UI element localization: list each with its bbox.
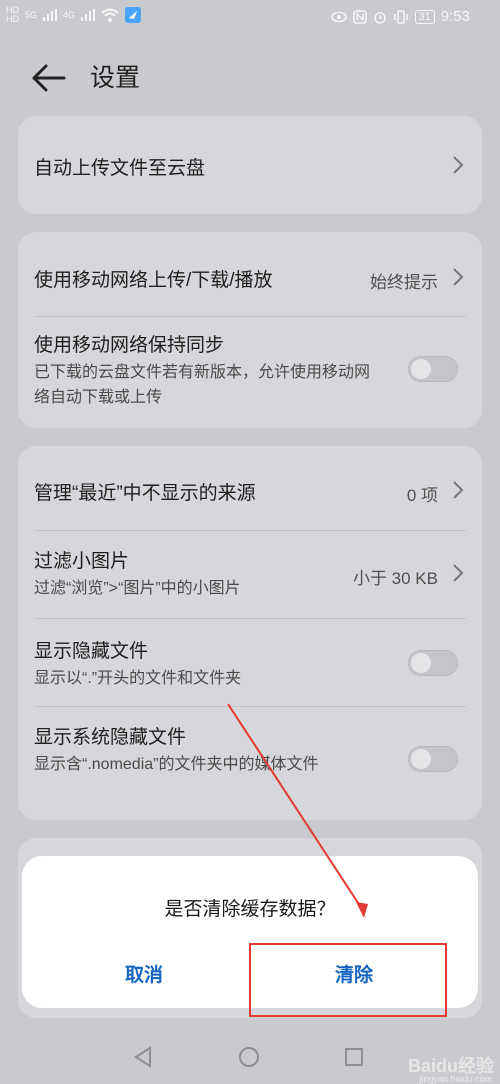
header: 设置 <box>0 48 500 108</box>
status-bar: HD HD 5G 4G 31 9:53 <box>0 0 500 38</box>
mobile-sync-toggle[interactable] <box>408 356 458 382</box>
status-time: 9:53 <box>440 8 470 25</box>
battery-indicator: 31 <box>414 9 435 24</box>
settings-card-display: 管理“最近”中不显示的来源 0 项 过滤小图片 过滤“浏览”>“图片”中的小图片… <box>18 446 482 820</box>
setting-mobile-sync-subtitle: 已下载的云盘文件若有新版本，允许使用移动网络自动下载或上传 <box>34 364 371 406</box>
setting-hidden-files-title: 显示隐藏文件 <box>34 641 149 662</box>
toggle-knob <box>411 749 431 769</box>
setting-filter-images[interactable]: 过滤小图片 过滤“浏览”>“图片”中的小图片 小于 30 KB <box>18 530 482 618</box>
setting-filter-images-subtitle: 过滤“浏览”>“图片”中的小图片 <box>34 580 241 597</box>
vibrate-icon <box>393 9 408 24</box>
nav-back-icon[interactable] <box>132 1046 154 1068</box>
setting-system-hidden-subtitle: 显示含“.nomedia”的文件夹中的媒体文件 <box>34 756 319 773</box>
back-arrow-icon[interactable] <box>30 62 70 94</box>
cancel-button[interactable]: 取消 <box>44 960 244 987</box>
network-5g: 5G <box>25 9 38 20</box>
eye-icon <box>330 11 347 22</box>
setting-system-hidden-title: 显示系统隐藏文件 <box>34 727 187 748</box>
signal-icon-2 <box>81 9 96 21</box>
setting-hidden-files: 显示隐藏文件 显示以“.”开头的文件和文件夹 <box>18 618 482 706</box>
toggle-knob <box>411 653 431 673</box>
chevron-right-icon <box>453 268 464 286</box>
setting-auto-upload-title: 自动上传文件至云盘 <box>34 158 206 179</box>
toggle-knob <box>411 359 431 379</box>
nav-home-icon[interactable] <box>238 1046 260 1068</box>
annotation-highlight-box <box>249 943 447 1017</box>
nfc-icon <box>352 9 367 24</box>
status-right: 31 9:53 <box>330 8 470 25</box>
signal-icon <box>43 9 58 21</box>
nav-recent-icon[interactable] <box>344 1047 364 1067</box>
network-4g: 4G <box>63 9 76 20</box>
setting-recent-sources-title: 管理“最近”中不显示的来源 <box>34 483 256 504</box>
setting-system-hidden: 显示系统隐藏文件 显示含“.nomedia”的文件夹中的媒体文件 <box>18 706 482 820</box>
hd-indicator: HD HD <box>6 6 19 24</box>
alarm-icon <box>373 11 386 24</box>
dialog-message: 是否清除缓存数据？ <box>164 899 336 920</box>
settings-card-upload: 自动上传文件至云盘 <box>18 116 482 214</box>
chevron-right-icon <box>453 156 464 174</box>
navigation-bar: Baidu经验 jingyan.baidu.com <box>0 1030 500 1084</box>
setting-mobile-network-value: 始终提示 <box>370 273 438 292</box>
chevron-right-icon <box>453 481 464 499</box>
wifi-icon <box>101 8 119 22</box>
setting-mobile-sync: 使用移动网络保持同步 已下载的云盘文件若有新版本，允许使用移动网络自动下载或上传 <box>18 316 482 428</box>
hidden-files-toggle[interactable] <box>408 650 458 676</box>
setting-recent-sources[interactable]: 管理“最近”中不显示的来源 0 项 <box>18 446 482 530</box>
setting-filter-images-title: 过滤小图片 <box>34 551 130 572</box>
hd-label-2: HD <box>6 14 19 24</box>
setting-mobile-network-title: 使用移动网络上传/下载/播放 <box>34 270 273 291</box>
setting-auto-upload[interactable]: 自动上传文件至云盘 <box>18 116 482 214</box>
page-title: 设置 <box>90 64 141 92</box>
setting-recent-sources-value: 0 项 <box>406 486 438 505</box>
settings-card-network: 使用移动网络上传/下载/播放 始终提示 使用移动网络保持同步 已下载的云盘文件若… <box>18 232 482 428</box>
setting-mobile-network[interactable]: 使用移动网络上传/下载/播放 始终提示 <box>18 232 482 316</box>
chevron-right-icon <box>453 564 464 582</box>
setting-hidden-files-subtitle: 显示以“.”开头的文件和文件夹 <box>34 670 242 687</box>
system-hidden-toggle[interactable] <box>408 746 458 772</box>
status-left: HD HD 5G 4G <box>6 6 142 24</box>
setting-filter-images-value: 小于 30 KB <box>352 569 438 588</box>
watermark-url: jingyan.baidu.com <box>419 1074 492 1084</box>
app-notification-icon <box>125 7 142 23</box>
setting-mobile-sync-title: 使用移动网络保持同步 <box>34 335 225 356</box>
